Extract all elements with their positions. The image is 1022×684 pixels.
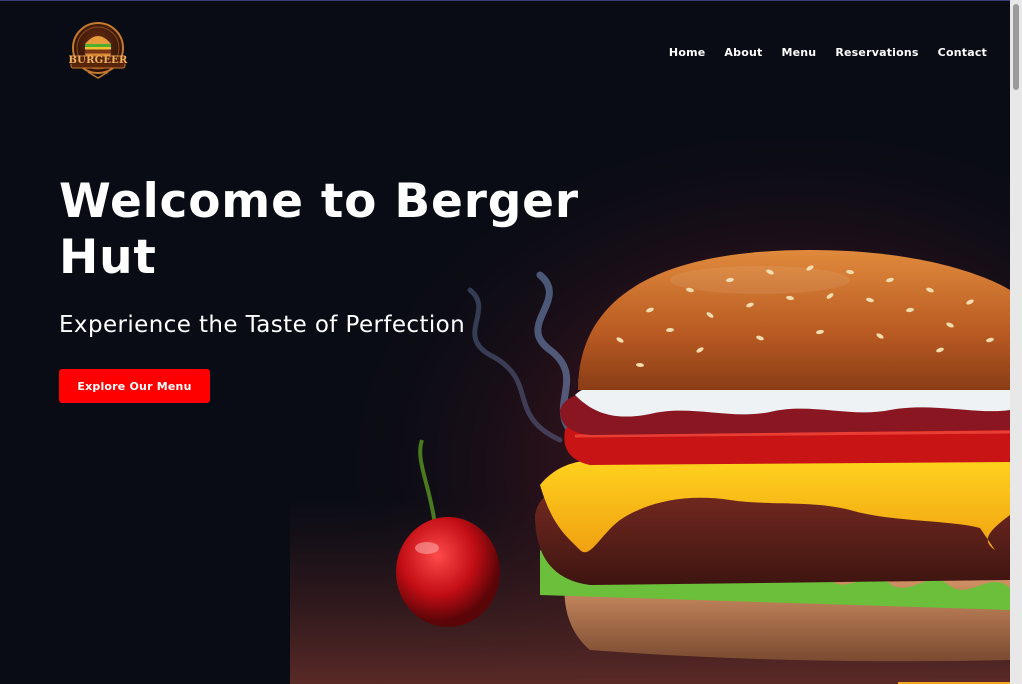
page: BURGEER Home About Menu Reservations Con… [0, 0, 1022, 684]
nav-link-contact[interactable]: Contact [938, 46, 987, 59]
scrollbar-thumb[interactable] [1013, 4, 1019, 90]
nav-link-menu[interactable]: Menu [781, 46, 816, 59]
burger-badge-icon [70, 22, 126, 79]
nav-link-reservations[interactable]: Reservations [835, 46, 918, 59]
nav-link-home[interactable]: Home [669, 46, 706, 59]
scrollbar[interactable] [1010, 0, 1022, 684]
hero-title: Welcome to Berger Hut [59, 174, 579, 285]
logo-text: BURGEER [68, 55, 128, 66]
nav-link-about[interactable]: About [724, 46, 762, 59]
site-header: BURGEER Home About Menu Reservations Con… [0, 0, 1010, 105]
logo[interactable]: BURGEER [68, 22, 128, 80]
explore-menu-button[interactable]: Explore Our Menu [59, 369, 210, 403]
main-nav: Home About Menu Reservations Contact [650, 46, 987, 59]
hero-subtitle: Experience the Taste of Perfection [59, 312, 466, 338]
